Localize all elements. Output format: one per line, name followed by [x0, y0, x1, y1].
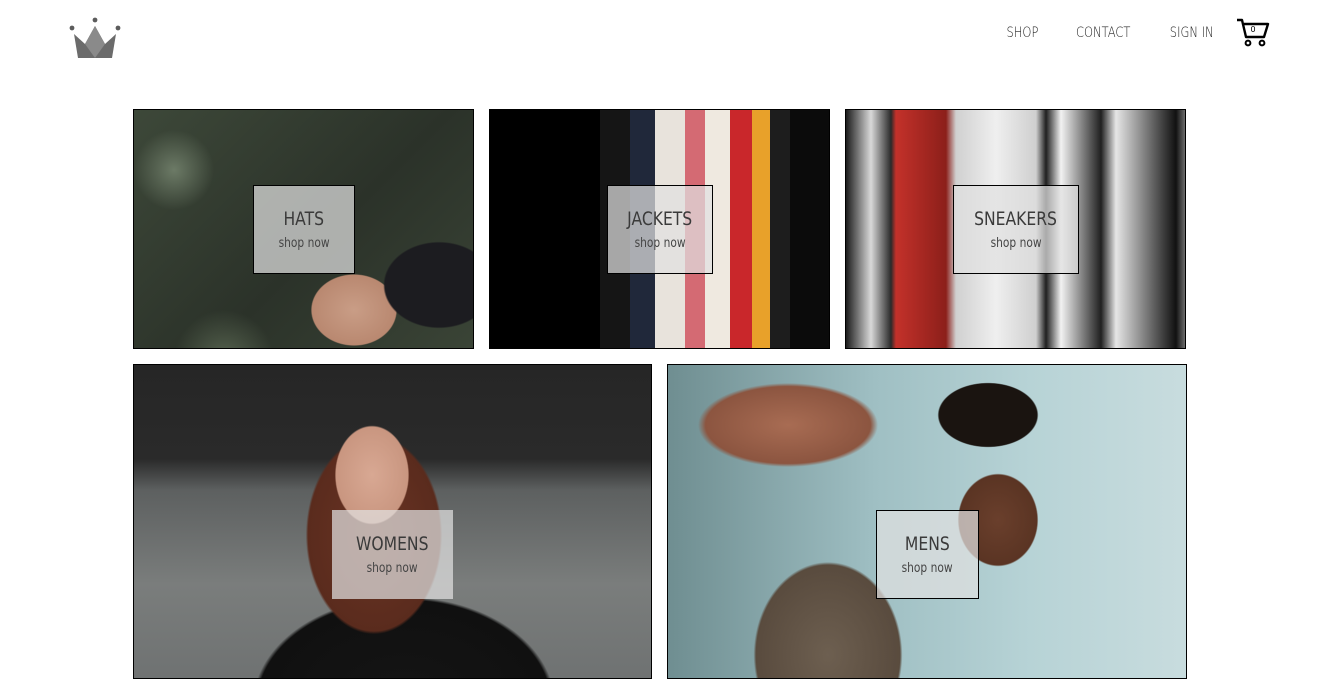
category-tile-jackets[interactable]: JACKETS shop now — [489, 109, 830, 349]
shop-now-link[interactable]: shop now — [991, 236, 1042, 252]
shop-now-link[interactable]: shop now — [367, 561, 418, 577]
category-title: MENS — [905, 532, 950, 555]
category-title: HATS — [283, 207, 325, 230]
site-header: SHOP CONTACT SIGN IN 0 — [0, 0, 1322, 80]
category-label-box[interactable]: SNEAKERS shop now — [953, 185, 1079, 274]
shop-now-link[interactable]: shop now — [279, 236, 330, 252]
nav-shop-link[interactable]: SHOP — [1007, 25, 1039, 41]
category-title: WOMENS — [356, 532, 429, 555]
category-label-box[interactable]: WOMENS shop now — [332, 510, 453, 599]
category-label-box[interactable]: HATS shop now — [253, 185, 355, 274]
shop-now-link[interactable]: shop now — [902, 561, 953, 577]
category-label-box[interactable]: JACKETS shop now — [607, 185, 713, 274]
category-tile-sneakers[interactable]: SNEAKERS shop now — [845, 109, 1186, 349]
main-nav: SHOP CONTACT SIGN IN 0 — [975, 18, 1270, 48]
category-tile-womens[interactable]: WOMENS shop now — [133, 364, 652, 679]
crown-logo-icon[interactable] — [68, 16, 122, 60]
category-tile-mens[interactable]: MENS shop now — [667, 364, 1187, 679]
cart-item-count: 0 — [1250, 25, 1256, 34]
shopping-cart-icon[interactable]: 0 — [1236, 18, 1270, 48]
nav-contact-link[interactable]: CONTACT — [1076, 25, 1130, 41]
category-label-box[interactable]: MENS shop now — [876, 510, 979, 599]
category-title: SNEAKERS — [974, 207, 1058, 230]
nav-sign-in-link[interactable]: SIGN IN — [1169, 25, 1213, 41]
shop-now-link[interactable]: shop now — [635, 236, 686, 252]
category-tile-hats[interactable]: HATS shop now — [133, 109, 474, 349]
category-title: JACKETS — [627, 207, 693, 230]
